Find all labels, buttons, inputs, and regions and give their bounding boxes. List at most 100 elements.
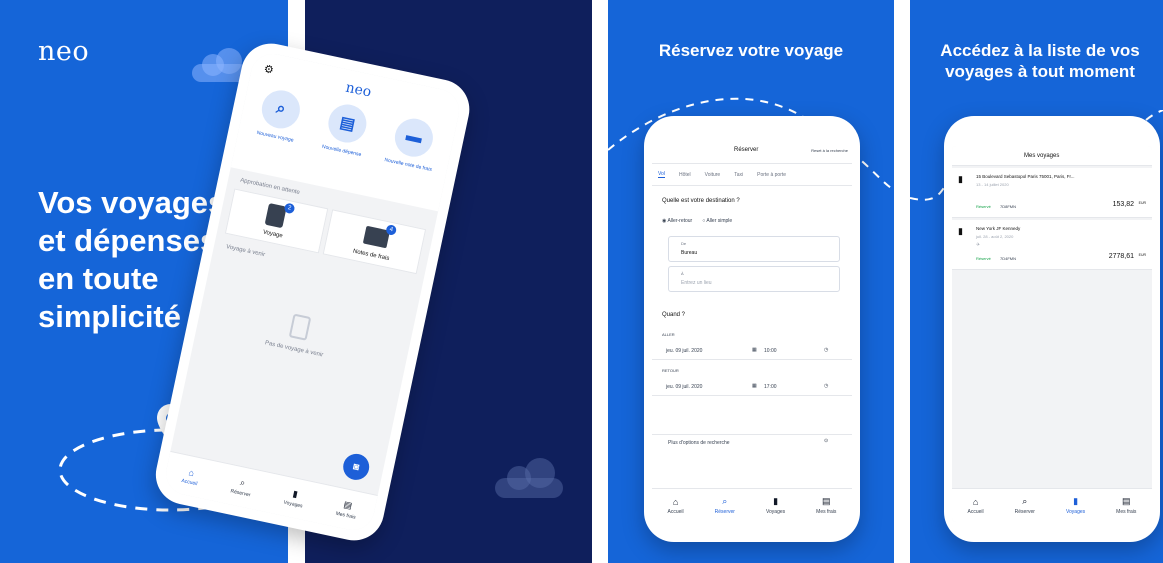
from-value: Bureau — [681, 250, 698, 256]
empty-state-text: Pas de voyage à venir — [264, 340, 324, 359]
pending-expenses-label: Notes de frais — [352, 248, 390, 263]
return-date: jeu. 09 juil. 2020 — [666, 384, 703, 390]
cloud-icon — [495, 458, 565, 498]
nav-trips[interactable]: ▮ Voyages — [283, 487, 306, 510]
tab-flight[interactable]: Vol — [658, 171, 665, 178]
tab-car[interactable]: Voiture — [705, 172, 721, 178]
trip-ref: 7D8FMN — [1000, 204, 1017, 209]
search-icon: ⌕ — [239, 477, 247, 489]
radio-one-way[interactable]: ○ Aller simple — [702, 218, 732, 224]
outbound-row[interactable]: jeu. 09 juil. 2020 ▦ 10:00 ◷ — [652, 342, 852, 360]
nav-home[interactable]: ⌂ Accueil — [968, 497, 984, 515]
gear-icon[interactable]: ⚙ — [263, 62, 275, 77]
nav-book[interactable]: ⌕ Réserver — [1015, 496, 1035, 515]
nav-book[interactable]: ⌕ Réserver — [715, 496, 735, 515]
new-expense-button[interactable]: ▤ Nouvelle dépense — [313, 99, 380, 160]
screenshot-collage: neo Vos voyages et dépenses en toute sim… — [0, 0, 1163, 563]
trip-currency: EUR — [1138, 253, 1146, 257]
home-icon: ⌂ — [972, 496, 979, 507]
suitcase-icon: ▮ — [958, 174, 963, 184]
trip-card[interactable]: ▮ 15 Boulevard Sebastopol Paris 75001, P… — [952, 168, 1152, 218]
trip-name: 15 Boulevard Sebastopol Paris 75001, Par… — [976, 174, 1075, 179]
camera-button[interactable]: ◙ — [340, 451, 372, 483]
return-row[interactable]: jeu. 09 juil. 2020 ▦ 17:00 ◷ — [652, 378, 852, 396]
title-line: voyages à tout moment — [945, 62, 1135, 81]
nav-expenses[interactable]: ▤ Mes frais — [816, 496, 836, 515]
reset-search-link[interactable]: Reset à la recherche — [811, 148, 848, 153]
return-label: RETOUR — [662, 368, 679, 373]
neo-logo: neo — [38, 36, 90, 67]
nav-book[interactable]: ⌕ Réserver — [229, 476, 254, 499]
section-upcoming-title: Voyage à venir — [225, 244, 266, 259]
more-options-label: Plus d'options de recherche — [668, 440, 730, 446]
radio-label: Aller-retour — [667, 218, 693, 224]
nav-home[interactable]: ⌂ Accueil — [668, 497, 684, 515]
nav-label: Réserver — [714, 509, 735, 515]
booking-header: Réserver Reset à la recherche — [652, 138, 852, 164]
panel-trips: Accédez à la liste de vos voyages à tout… — [910, 0, 1163, 563]
nav-label: Mes frais — [1116, 509, 1137, 515]
trip-currency: EUR — [1138, 201, 1146, 205]
from-field[interactable]: De Bureau — [668, 236, 840, 262]
nav-expenses[interactable]: ▤ Mes frais — [1116, 496, 1136, 515]
pending-trips-card[interactable]: 2 Voyage — [224, 188, 329, 254]
screen-title: Mes voyages — [1024, 153, 1060, 159]
trips-screen: Mes voyages ▮ 15 Boulevard Sebastopol Pa… — [952, 146, 1152, 522]
more-options-row[interactable]: Plus d'options de recherche ⊙ — [652, 434, 852, 450]
from-label: De — [681, 241, 687, 246]
calendar-icon: ▦ — [752, 347, 757, 353]
nav-label: Mes frais — [335, 510, 357, 521]
trip-date: 13 - 14 juillet 2020 — [976, 182, 1009, 187]
phone-booking: Réserver Reset à la recherche Vol Hôtel … — [644, 116, 860, 542]
new-trip-button[interactable]: ⌕ Nouveau voyage — [246, 85, 313, 146]
folder-icon: ▬ — [391, 115, 437, 161]
nav-home[interactable]: ⌂ Accueil — [181, 466, 201, 487]
home-icon: ⌂ — [187, 466, 196, 478]
nav-label: Voyages — [283, 499, 304, 510]
search-icon: ⌕ — [258, 86, 304, 132]
tab-hotel[interactable]: Hôtel — [679, 172, 691, 178]
outbound-time: 10:00 — [764, 348, 777, 354]
trip-card[interactable]: ▮ New York JF Kennedy juil. 28 - août 2,… — [952, 220, 1152, 270]
to-placeholder: Entrez un lieu — [681, 280, 712, 286]
panel-booking: Réservez votre voyage Réserver Reset à l… — [608, 0, 894, 563]
outbound-label: ALLER — [662, 332, 675, 337]
radio-round-trip[interactable]: ◉ Aller-retour — [662, 218, 692, 224]
trip-date: juil. 28 - août 2, 2020 — [976, 234, 1014, 239]
receipt-icon: ▤ — [342, 499, 354, 511]
nav-label: Accueil — [967, 508, 984, 515]
nav-expenses[interactable]: ▤ Mes frais — [335, 498, 359, 521]
trip-price: 153,82 — [1112, 201, 1134, 208]
plane-icon: ✈ — [976, 242, 981, 248]
title-line: Accédez à la liste de vos — [940, 41, 1140, 60]
to-field[interactable]: À Entrez un lieu — [668, 266, 840, 292]
new-trip-label: Nouveau voyage — [256, 129, 295, 144]
new-expense-report-button[interactable]: ▬ Nouvelle note de frais — [379, 113, 446, 174]
trip-status: Réservé — [976, 204, 991, 209]
pending-expenses-card[interactable]: 4 Notes de frais — [322, 209, 427, 275]
destination-question: Quelle est votre destination ? — [662, 198, 740, 204]
nav-label: Voyages — [1065, 509, 1086, 515]
nav-label: Réserver — [1014, 509, 1035, 515]
suitcase-icon — [264, 203, 287, 229]
nav-label: Réserver — [229, 488, 251, 499]
home-icon: ⌂ — [672, 496, 679, 507]
screen-title: Réserver — [734, 147, 759, 153]
pending-trips-label: Voyage — [262, 229, 284, 240]
outbound-date: jeu. 09 juil. 2020 — [666, 348, 703, 354]
receipt-icon: ▤ — [1122, 496, 1131, 506]
nav-trips[interactable]: ▮ Voyages — [1066, 496, 1085, 515]
booking-tabs: Vol Hôtel Voiture Taxi Porte à porte — [652, 164, 852, 186]
calendar-icon: ▦ — [752, 383, 757, 389]
new-expense-report-label: Nouvelle note de frais — [383, 157, 433, 174]
chevron-down-icon: ⊙ — [824, 438, 829, 444]
new-expense-label: Nouvelle dépense — [321, 143, 362, 159]
receipt-icon: ▤ — [822, 496, 831, 506]
tab-taxi[interactable]: Taxi — [734, 172, 743, 178]
nav-trips[interactable]: ▮ Voyages — [766, 496, 785, 515]
receipt-icon: ▤ — [324, 100, 370, 147]
trip-type-radios: ◉ Aller-retour ○ Aller simple — [662, 218, 732, 224]
tab-door-to-door[interactable]: Porte à porte — [757, 172, 786, 178]
suitcase-icon: ▮ — [773, 496, 779, 506]
trips-header: Mes voyages — [952, 146, 1152, 166]
